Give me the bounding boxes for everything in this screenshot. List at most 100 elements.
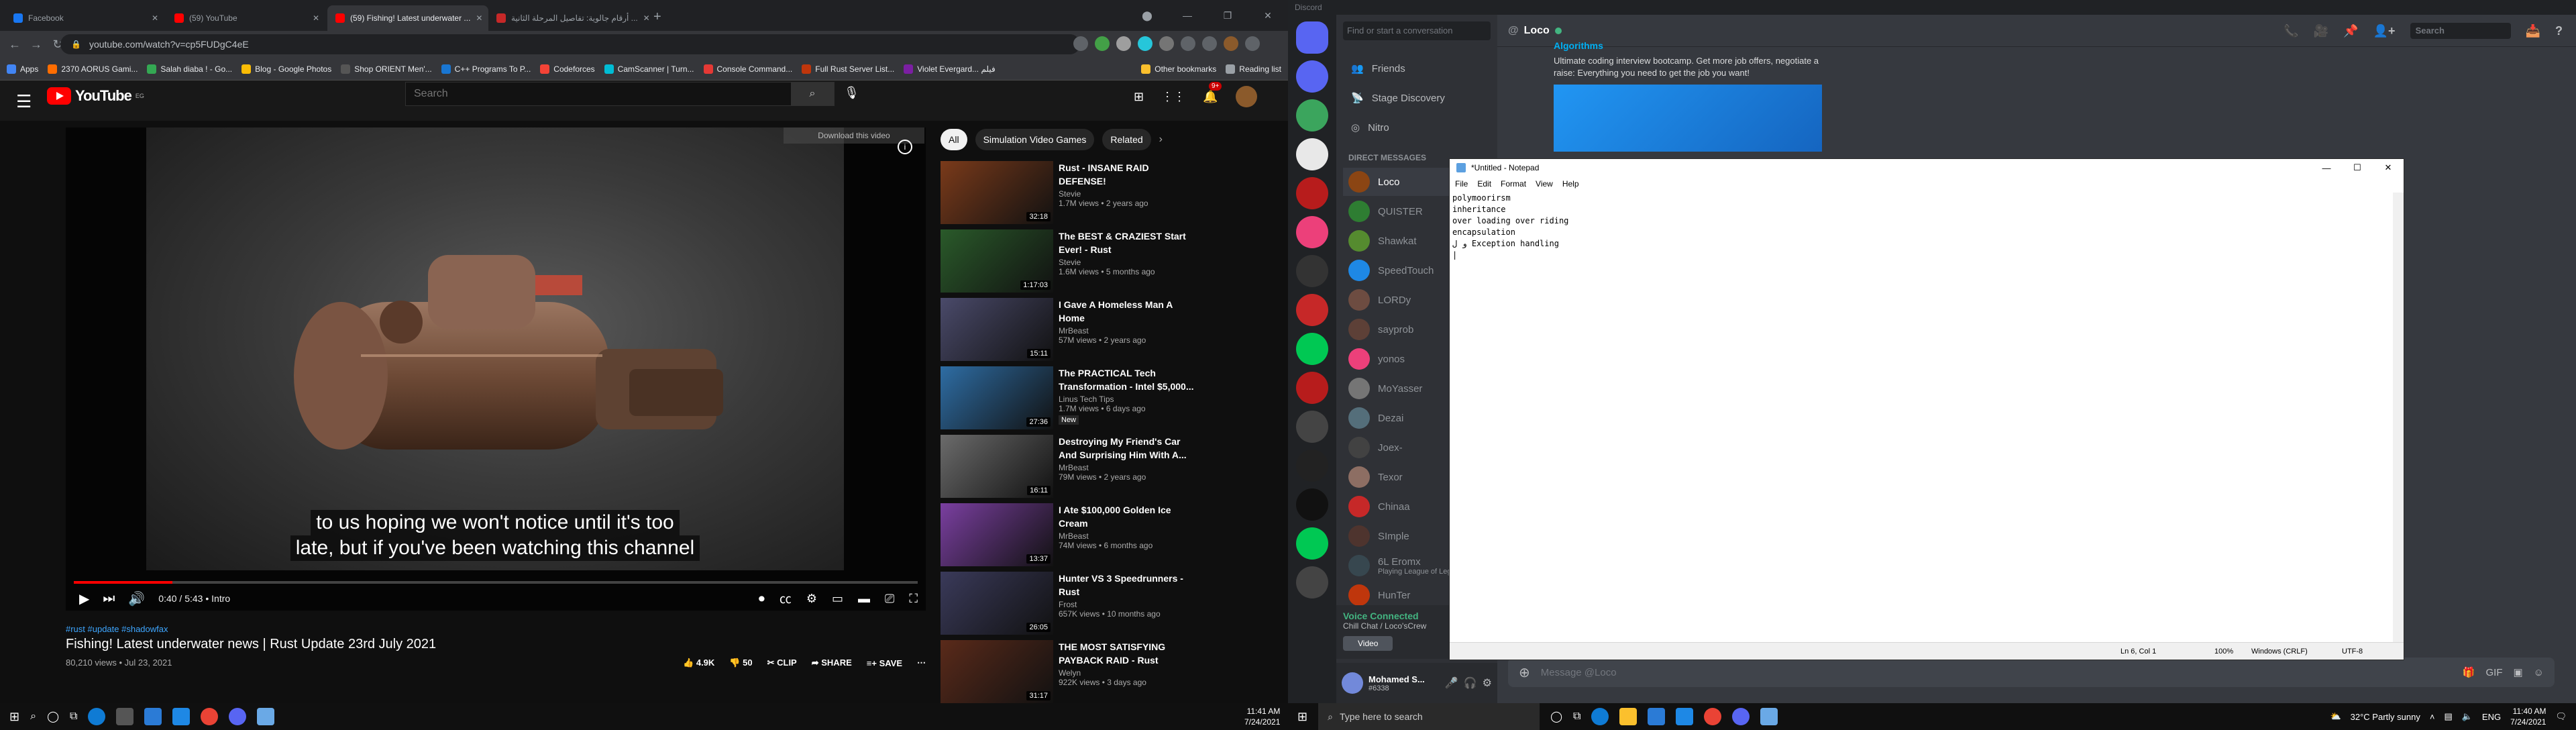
related-video-title[interactable]: Destroying My Friend's Car And Surprisin…	[1059, 435, 1195, 462]
add-attachment-icon[interactable]: ⊕	[1519, 664, 1530, 681]
search-icon[interactable]: ⌕	[30, 711, 36, 723]
sticker-icon[interactable]: ▣	[2513, 666, 2522, 678]
channel-name[interactable]: Linus Tech Tips	[1059, 395, 1195, 404]
file-explorer-icon[interactable]	[1619, 708, 1638, 725]
discord-taskbar-icon[interactable]	[1732, 708, 1750, 725]
video-thumbnail[interactable]: 1:17:03	[941, 229, 1053, 293]
video-frame[interactable]	[146, 127, 844, 570]
close-tab-icon[interactable]: ✕	[643, 13, 649, 23]
related-video-title[interactable]: Hunter VS 3 Speedrunners - Rust	[1059, 572, 1195, 598]
channel-name[interactable]: Frost	[1059, 600, 1195, 609]
search-input[interactable]	[406, 83, 791, 105]
gif-icon[interactable]: GIF	[2485, 667, 2502, 678]
video-hashtags[interactable]: #rust #update #shadowfax	[66, 624, 926, 634]
related-video-title[interactable]: I Ate $100,000 Golden Ice Cream	[1059, 503, 1195, 530]
server-icon[interactable]	[1296, 216, 1328, 248]
save-button[interactable]: ≡+ SAVE	[867, 658, 902, 668]
find-conversation-input[interactable]: Find or start a conversation	[1343, 21, 1491, 40]
more-actions-icon[interactable]: ⋯	[917, 658, 926, 668]
channel-name[interactable]: MrBeast	[1059, 326, 1195, 335]
play-icon[interactable]: ▶	[79, 590, 89, 607]
task-view-icon[interactable]: ⧉	[70, 711, 77, 723]
notifications-icon[interactable]: 🗨	[2555, 711, 2567, 722]
mail-icon[interactable]	[172, 708, 191, 725]
channel-name[interactable]: Welyn	[1059, 668, 1195, 678]
edge-icon[interactable]	[88, 708, 106, 725]
channel-name[interactable]: Stevie	[1059, 189, 1195, 199]
theater-mode-icon[interactable]: ▬	[858, 592, 870, 606]
vertical-scrollbar[interactable]	[2393, 193, 2404, 642]
extensions-puzzle-icon[interactable]	[1181, 36, 1195, 51]
chrome-icon[interactable]	[201, 708, 219, 725]
related-video-item[interactable]: 16:11 Destroying My Friend's Car And Surp…	[941, 435, 1195, 503]
subtitles-icon[interactable]: ㏄	[780, 590, 792, 607]
account-avatar[interactable]	[1235, 86, 1257, 107]
start-windows-icon[interactable]: ⊞	[1297, 710, 1307, 724]
user-avatar[interactable]	[1342, 672, 1363, 694]
language-indicator[interactable]: ENG	[2482, 712, 2501, 722]
clock-left[interactable]: 11:41 AM 7/24/2021	[1244, 706, 1280, 727]
deafen-headphones-icon[interactable]: 🎧	[1464, 676, 1477, 690]
video-thumbnail[interactable]: 31:17	[941, 640, 1053, 703]
share-button[interactable]: ➦ SHARE	[812, 658, 852, 668]
related-video-title[interactable]: I Gave A Homeless Man A Home	[1059, 298, 1195, 325]
extension-icon[interactable]	[1116, 36, 1131, 51]
edge-icon[interactable]	[1591, 708, 1609, 725]
chat-search-input[interactable]: Search	[2410, 23, 2511, 39]
extension-icon[interactable]	[1073, 36, 1088, 51]
close-tab-icon[interactable]: ✕	[152, 13, 158, 23]
chips-next-arrow-icon[interactable]: ›	[1159, 134, 1163, 146]
gift-icon[interactable]: 🎁	[2463, 666, 2475, 678]
fullscreen-icon[interactable]: ⛶	[909, 592, 918, 606]
embed-image[interactable]	[1554, 85, 1822, 152]
tab-youtube[interactable]: (59) YouTube ✕	[166, 5, 327, 31]
hamburger-menu-icon[interactable]: ☰	[16, 91, 32, 112]
video-call-icon[interactable]: 🎥	[2314, 24, 2328, 38]
pinned-messages-icon[interactable]: 📌	[2343, 24, 2358, 38]
menu-dots-icon[interactable]	[1245, 36, 1260, 51]
chip-related[interactable]: Related	[1102, 129, 1151, 150]
bookmark-apps[interactable]: Apps	[7, 64, 38, 74]
address-bar[interactable]: 🔒 youtube.com/watch?v=cp5FUDgC4eE	[60, 34, 1080, 54]
video-thumbnail[interactable]: 27:36	[941, 366, 1053, 429]
notifications-bell-icon[interactable]: 🔔	[1203, 90, 1218, 104]
channel-name[interactable]: MrBeast	[1059, 463, 1195, 472]
video-thumbnail[interactable]: 32:18	[941, 161, 1053, 224]
server-icon[interactable]	[1296, 177, 1328, 209]
bookmark-item[interactable]: Violet Evergard... فيلم	[904, 64, 996, 74]
extension-icon[interactable]	[1138, 36, 1152, 51]
emoji-icon[interactable]: ☺	[2534, 667, 2544, 678]
related-video-item[interactable]: 26:05 Hunter VS 3 Speedrunners - Rust Fros…	[941, 572, 1195, 640]
server-icon[interactable]	[1296, 566, 1328, 598]
bookmark-item[interactable]: Blog - Google Photos	[241, 64, 331, 74]
tab-facebook[interactable]: Facebook ✕	[5, 5, 166, 31]
cast-icon[interactable]: ⎚	[885, 592, 894, 606]
youtube-logo[interactable]: YouTube EG	[47, 87, 144, 105]
menu-edit[interactable]: Edit	[1477, 179, 1491, 189]
server-icon[interactable]	[1296, 488, 1328, 521]
server-icon[interactable]	[1296, 99, 1328, 132]
bookmark-item[interactable]: Console Command...	[703, 64, 792, 74]
cortana-icon[interactable]: ◯	[1550, 710, 1562, 723]
extension-icon[interactable]	[1095, 36, 1110, 51]
video-player[interactable]: Download this video i to us hoping we wo…	[66, 127, 926, 611]
user-settings-gear-icon[interactable]: ⚙	[1483, 676, 1492, 690]
like-button[interactable]: 👍 4.9K	[683, 658, 714, 668]
menu-view[interactable]: View	[1536, 179, 1553, 189]
info-icon[interactable]: i	[898, 140, 912, 154]
server-icon[interactable]	[1296, 450, 1328, 482]
settings-gear-icon[interactable]: ⚙	[806, 592, 817, 606]
search-button[interactable]: ⌕	[791, 83, 834, 105]
discord-home-icon[interactable]	[1296, 21, 1328, 54]
close-button[interactable]: ✕	[1248, 0, 1288, 31]
forward-arrow-icon[interactable]: →	[25, 38, 47, 52]
menu-help[interactable]: Help	[1562, 179, 1579, 189]
bookmark-item[interactable]: 2370 AORUS Gami...	[48, 64, 138, 74]
miniplayer-icon[interactable]: ▭	[832, 592, 843, 606]
bookmark-item[interactable]: Shop ORIENT Men'...	[341, 64, 432, 74]
related-video-item[interactable]: 13:37 I Ate $100,000 Golden Ice Cream MrBe…	[941, 503, 1195, 572]
related-video-item[interactable]: 15:11 I Gave A Homeless Man A Home MrBeast…	[941, 298, 1195, 366]
chrome-icon[interactable]	[1704, 708, 1722, 725]
tab-arabic-news[interactable]: أرقام جالوية: تفاصيل المرحلة الثانية ...…	[488, 5, 649, 31]
server-icon[interactable]	[1296, 255, 1328, 287]
